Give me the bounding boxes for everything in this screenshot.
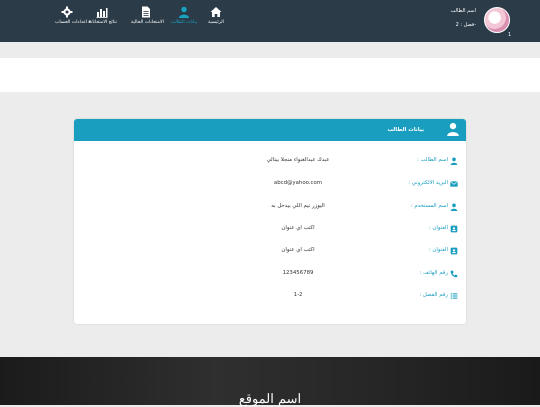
- list-icon: [450, 293, 458, 299]
- user-icon: [447, 122, 459, 136]
- user-icon: [179, 6, 189, 18]
- home-icon: [210, 7, 222, 17]
- field-value: اليوزر نيم اللي بيدخل به: [271, 203, 325, 209]
- field-label: اسم المستخدم :: [410, 203, 448, 209]
- phone-icon: [450, 270, 458, 278]
- gear-icon: [61, 6, 73, 18]
- field-value: 1-2: [293, 292, 303, 298]
- address-card-icon: [450, 247, 458, 255]
- field-label: العنوان :: [428, 247, 448, 253]
- field-row-username: اليوزر نيم اللي بيدخل به اسم المستخدم :: [258, 203, 458, 213]
- document-icon: [142, 6, 150, 18]
- student-name: اسم الطالب: [450, 8, 476, 14]
- card-header: بيانات الطالب: [74, 119, 466, 141]
- student-class: فصل : 2-: [455, 22, 476, 28]
- field-label: العنوان :: [428, 225, 448, 231]
- student-data-card: بيانات الطالب عبدك عبدالغنواء منجلا بيتا…: [74, 119, 466, 324]
- address-card-icon: [450, 225, 458, 233]
- nav-item-home[interactable]: الرئيسية: [205, 6, 227, 25]
- bar-chart-icon: [96, 8, 108, 18]
- nav-item-account-settings[interactable]: اعدادات الحساب ▾: [55, 6, 92, 25]
- field-value: عبدك عبدالغنواء منجلا بيتالي: [266, 157, 330, 163]
- field-label: اسم الطالب :: [417, 157, 448, 163]
- field-label: البريد الالكتروني :: [408, 180, 448, 186]
- nav-item-label: بيانات الطالب: [170, 20, 198, 25]
- nav-item-student-data[interactable]: بيانات الطالب: [170, 6, 198, 25]
- field-row-class-number: 1-2 رقم الفصل :: [258, 292, 458, 302]
- field-row-email: abcd@yahoo.com البريد الالكتروني :: [258, 180, 458, 190]
- field-label: رقم الهاتف :: [419, 270, 448, 276]
- page-number: 1: [508, 32, 512, 38]
- user-icon: [450, 203, 458, 211]
- card-title: بيانات الطالب: [387, 127, 424, 133]
- field-row-address-2: اكتب اي عنوان العنوان :: [258, 247, 458, 257]
- envelope-icon: [450, 181, 458, 187]
- nav-item-exam-results[interactable]: نتائج الامتحانات: [88, 6, 117, 25]
- banner-strip: [0, 58, 540, 92]
- field-row-student-name: عبدك عبدالغنواء منجلا بيتالي اسم الطالب …: [258, 157, 458, 167]
- field-value: اكتب اي عنوان: [281, 225, 315, 231]
- field-value: اكتب اي عنوان: [281, 247, 315, 253]
- top-navbar: اعدادات الحساب ▾ نتائج الامتحانات الامتح…: [0, 0, 540, 42]
- nav-item-label: نتائج الامتحانات: [88, 20, 117, 25]
- field-row-address-1: اكتب اي عنوان العنوان :: [258, 225, 458, 235]
- nav-item-label: الامتحانات الحالية: [131, 20, 164, 25]
- nav-item-label: الرئيسية: [208, 20, 224, 25]
- nav-item-label: اعدادات الحساب ▾: [55, 20, 92, 25]
- field-row-phone: 123456789 رقم الهاتف :: [258, 270, 458, 280]
- user-icon: [450, 157, 458, 165]
- nav-item-current-exams[interactable]: الامتحانات الحالية: [131, 6, 164, 25]
- field-value: abcd@yahoo.com: [273, 180, 323, 186]
- avatar[interactable]: [484, 7, 510, 33]
- field-label: رقم الفصل :: [419, 292, 448, 298]
- field-value: 123456789: [282, 270, 314, 276]
